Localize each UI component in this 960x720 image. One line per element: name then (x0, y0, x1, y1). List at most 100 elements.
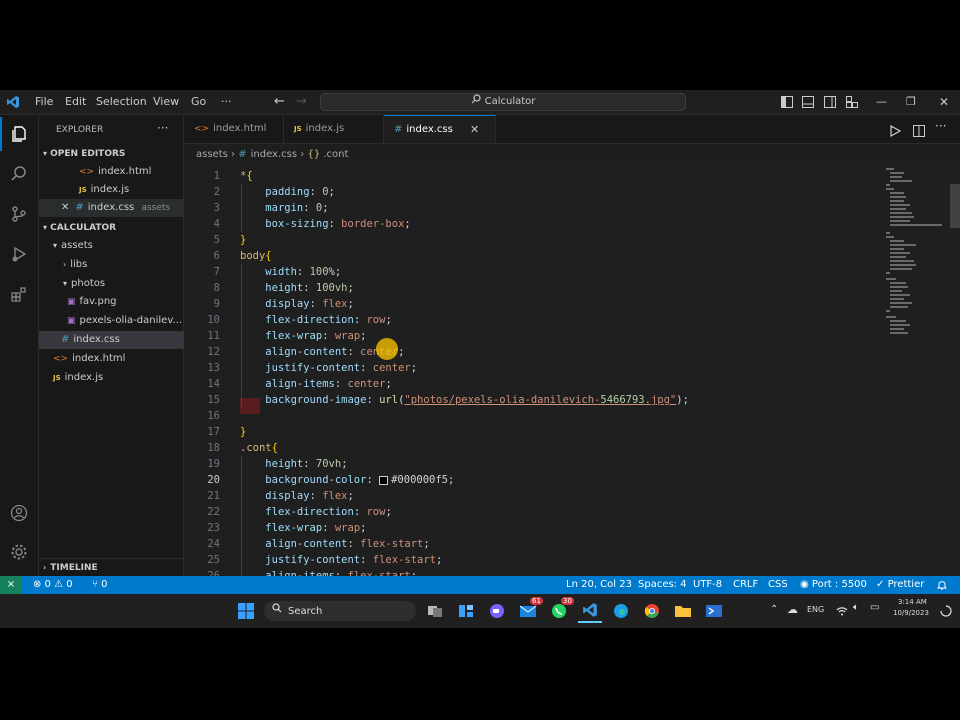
vertical-scrollbar[interactable] (950, 184, 960, 228)
code-line[interactable]: align-items: flex-start; (240, 568, 417, 576)
code-editor[interactable]: 1 *{2 padding: 0; 3 margin: 0; 4 box-sizing… (184, 164, 960, 576)
search-activity-icon[interactable] (0, 157, 38, 191)
code-line[interactable]: flex-wrap: wrap; (240, 328, 366, 344)
code-line[interactable]: justify-content: flex-start; (240, 552, 442, 568)
tree-folder-libs[interactable]: › libs (39, 256, 207, 274)
code-line[interactable]: align-content: flex-start; (240, 536, 429, 552)
explorer-more-button[interactable]: ··· (157, 119, 177, 137)
chrome-icon[interactable] (640, 599, 664, 623)
live-server-port[interactable]: ◉ Port : 5500 (800, 576, 867, 594)
breadcrumb[interactable]: assets › # index.css › {} .cont (196, 148, 348, 162)
explorer-icon[interactable] (0, 117, 38, 151)
task-view-icon[interactable] (423, 599, 447, 623)
minimize-icon[interactable]: — (876, 90, 887, 114)
language-mode[interactable]: CSS (768, 576, 788, 594)
command-center-search[interactable]: Calculator (320, 93, 686, 111)
battery-icon[interactable]: ▭ (870, 602, 879, 613)
tree-file-index-html[interactable]: <> index.html (39, 350, 197, 368)
breadcrumb-file[interactable]: index.css (251, 149, 297, 160)
code-line[interactable]: } (240, 424, 246, 440)
tree-file-index-css[interactable]: # index.css (39, 331, 205, 349)
tab-index-html[interactable]: <> index.html (184, 115, 284, 143)
clock-date[interactable]: 10/9/2023 (893, 609, 929, 617)
close-icon[interactable]: ✕ (61, 202, 69, 213)
volume-icon[interactable]: 🔈︎ (853, 602, 859, 613)
code-line[interactable]: background-color: #000000f5; (240, 472, 454, 488)
file-explorer-icon[interactable] (671, 599, 695, 623)
source-control-icon[interactable] (0, 197, 38, 231)
notification-center-icon[interactable] (940, 602, 952, 621)
windows-start-icon[interactable] (234, 599, 258, 623)
run-icon[interactable] (890, 122, 902, 141)
problems-indicator[interactable]: ⊗ 0 ⚠ 0 (33, 576, 73, 594)
notifications-bell-icon[interactable] (936, 576, 948, 594)
menu-more[interactable]: ··· (221, 90, 232, 114)
taskbar-search[interactable]: Search (264, 601, 416, 621)
code-line[interactable]: padding: 0; (240, 184, 335, 200)
code-line[interactable]: box-sizing: border-box; (240, 216, 410, 232)
code-line[interactable]: flex-direction: row; (240, 312, 391, 328)
split-editor-icon[interactable] (913, 122, 925, 141)
menu-selection[interactable]: Selection (96, 90, 147, 114)
code-line[interactable]: *{ (240, 168, 253, 184)
teams-chat-icon[interactable] (485, 599, 509, 623)
powershell-icon[interactable] (702, 599, 726, 623)
code-line[interactable]: height: 100vh; (240, 280, 354, 296)
code-line[interactable]: height: 70vh; (240, 456, 347, 472)
code-line[interactable]: .cont{ (240, 440, 278, 456)
breadcrumb-folder[interactable]: assets (196, 149, 228, 160)
code-line[interactable]: display: flex; (240, 296, 354, 312)
accounts-icon[interactable] (0, 496, 38, 530)
cloud-icon[interactable]: ☁ (787, 603, 798, 616)
tree-folder-assets[interactable]: ▾ assets (39, 237, 197, 255)
code-line[interactable]: body{ (240, 248, 272, 264)
remote-indicator[interactable]: ⨯ (0, 576, 22, 594)
code-line[interactable]: align-items: center; (240, 376, 391, 392)
minimap[interactable] (886, 164, 946, 344)
code-line[interactable]: flex-wrap: wrap; (240, 520, 366, 536)
code-line[interactable]: justify-content: center; (240, 360, 417, 376)
back-arrow-icon[interactable]: ← (274, 90, 285, 114)
menu-edit[interactable]: Edit (65, 90, 86, 114)
timeline-header[interactable]: › TIMELINE (39, 558, 183, 577)
project-header[interactable]: ▾ CALCULATOR (39, 219, 187, 237)
language-indicator[interactable]: ENG (807, 605, 824, 614)
clock-time[interactable]: 3:14 AM (898, 598, 927, 606)
forward-arrow-icon[interactable]: → (296, 90, 307, 114)
widgets-icon[interactable] (454, 599, 478, 623)
code-line[interactable]: background-image: url("photos/pexels-oli… (240, 392, 689, 408)
code-line[interactable]: } (240, 232, 246, 248)
whatsapp-icon[interactable]: 30 (547, 597, 574, 623)
tree-file-index-js[interactable]: JS index.js (39, 369, 197, 387)
code-line[interactable]: margin: 0; (240, 200, 328, 216)
wifi-icon[interactable] (836, 602, 848, 621)
vscode-taskbar-icon[interactable] (578, 599, 602, 623)
breadcrumb-symbol[interactable]: .cont (323, 149, 348, 160)
settings-gear-icon[interactable] (0, 535, 38, 569)
ports-indicator[interactable]: ⑂ 0 (92, 576, 108, 594)
run-debug-icon[interactable] (0, 237, 38, 271)
toggle-secondary-sidebar-icon[interactable] (824, 90, 836, 114)
chevron-up-icon[interactable]: ⌃ (770, 604, 778, 615)
menu-view[interactable]: View (153, 90, 179, 114)
restore-icon[interactable]: ❐ (906, 90, 916, 114)
code-line[interactable]: flex-direction: row; (240, 504, 391, 520)
close-window-icon[interactable]: ✕ (939, 90, 949, 114)
more-actions-icon[interactable]: ··· (935, 119, 946, 133)
menu-file[interactable]: File (35, 90, 53, 114)
cursor-position[interactable]: Ln 20, Col 23 (566, 576, 632, 594)
encoding[interactable]: UTF-8 (693, 576, 722, 594)
mail-icon[interactable]: 61 (516, 597, 543, 623)
tab-index-js[interactable]: JS index.js (284, 115, 384, 143)
prettier-status[interactable]: ✓ Prettier (876, 576, 924, 594)
toggle-sidebar-icon[interactable] (781, 90, 793, 114)
code-line[interactable]: width: 100%; (240, 264, 341, 280)
open-editors-header[interactable]: ▾ OPEN EDITORS (39, 145, 187, 163)
close-tab-icon[interactable]: ✕ (470, 116, 479, 144)
code-line[interactable]: display: flex; (240, 488, 354, 504)
tab-index-css[interactable]: # index.css ✕ (384, 115, 496, 143)
edge-icon[interactable] (609, 599, 633, 623)
line-ending[interactable]: CRLF (733, 576, 758, 594)
toggle-panel-icon[interactable] (802, 90, 814, 114)
indentation[interactable]: Spaces: 4 (638, 576, 687, 594)
